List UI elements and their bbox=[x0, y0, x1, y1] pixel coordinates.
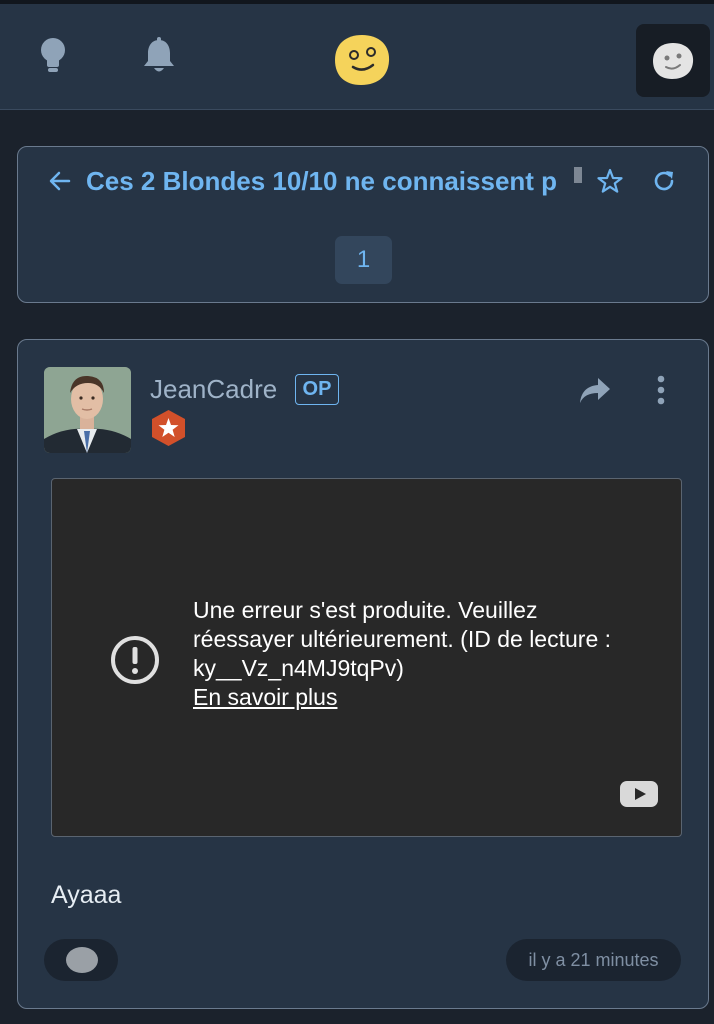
op-badge: OP bbox=[295, 374, 339, 405]
post-timestamp[interactable]: il y a 21 minutes bbox=[506, 939, 681, 981]
share-icon[interactable] bbox=[578, 374, 612, 406]
error-icon bbox=[109, 634, 161, 686]
reaction-button[interactable] bbox=[44, 939, 118, 981]
post-body-text: Ayaaa bbox=[51, 881, 122, 909]
youtube-logo-icon[interactable] bbox=[619, 780, 659, 808]
error-text: Une erreur s'est produite. Veuillez rées… bbox=[193, 597, 612, 681]
lightbulb-icon[interactable] bbox=[31, 34, 75, 78]
smiley-logo-icon[interactable] bbox=[333, 33, 391, 87]
refresh-icon[interactable] bbox=[651, 168, 677, 194]
user-avatar-icon[interactable] bbox=[636, 24, 710, 97]
post-card: JeanCadre OP Une erreur s'est produite. … bbox=[17, 339, 709, 1009]
topic-header-card: Ces 2 Blondes 10/10 ne connaissent p 1 bbox=[17, 146, 709, 303]
learn-more-link[interactable]: En savoir plus bbox=[193, 683, 613, 712]
reaction-icon bbox=[66, 947, 98, 973]
back-arrow-icon[interactable] bbox=[48, 169, 72, 193]
embed-error-message: Une erreur s'est produite. Veuillez rées… bbox=[193, 596, 613, 712]
author-name[interactable]: JeanCadre bbox=[150, 373, 277, 405]
page-number-button[interactable]: 1 bbox=[335, 236, 392, 284]
video-embed[interactable]: Une erreur s'est produite. Veuillez rées… bbox=[51, 478, 682, 837]
top-app-bar bbox=[0, 0, 714, 110]
star-icon[interactable] bbox=[597, 168, 623, 194]
rank-star-badge-icon bbox=[150, 409, 187, 447]
author-avatar[interactable] bbox=[44, 367, 131, 453]
title-overflow-marker bbox=[574, 167, 582, 183]
topic-title[interactable]: Ces 2 Blondes 10/10 ne connaissent p bbox=[86, 165, 574, 197]
more-options-icon[interactable] bbox=[650, 374, 672, 406]
bell-icon[interactable] bbox=[137, 34, 181, 78]
